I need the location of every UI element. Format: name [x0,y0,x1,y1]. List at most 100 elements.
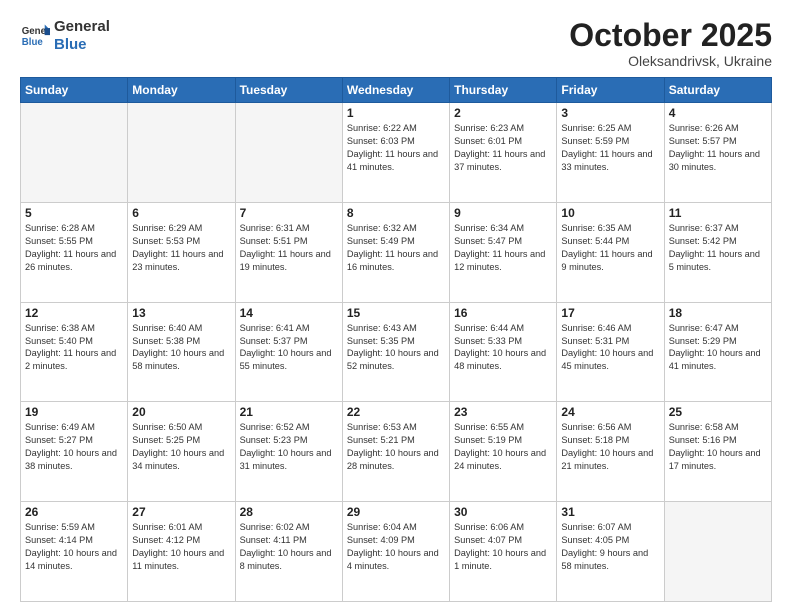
day-info: Sunrise: 6:52 AM Sunset: 5:23 PM Dayligh… [240,421,338,473]
calendar-cell: 6 Sunrise: 6:29 AM Sunset: 5:53 PM Daylig… [128,202,235,302]
day-info: Sunrise: 6:22 AM Sunset: 6:03 PM Dayligh… [347,122,445,174]
calendar-cell: 31Sunrise: 6:07 AM Sunset: 4:05 PM Dayli… [557,502,664,602]
col-header-friday: Friday [557,78,664,103]
day-info: Sunrise: 6:26 AM Sunset: 5:57 PM Dayligh… [669,122,767,174]
calendar-cell: 10 Sunrise: 6:35 AM Sunset: 5:44 PM Dayli… [557,202,664,302]
header: General Blue General Blue October 2025 O… [20,18,772,69]
col-header-thursday: Thursday [450,78,557,103]
day-number: 15 [347,306,445,320]
day-info: Sunrise: 6:29 AM Sunset: 5:53 PM Dayligh… [132,222,230,274]
day-number: 17 [561,306,659,320]
calendar-week-2: 12Sunrise: 6:38 AM Sunset: 5:40 PM Dayli… [21,302,772,402]
col-header-sunday: Sunday [21,78,128,103]
calendar-cell: 9Sunrise: 6:34 AM Sunset: 5:47 PM Daylig… [450,202,557,302]
day-number: 1 [347,106,445,120]
day-number: 5 [25,206,123,220]
day-number: 3 [561,106,659,120]
calendar-cell: 5Sunrise: 6:28 AM Sunset: 5:55 PM Daylig… [21,202,128,302]
day-number: 18 [669,306,767,320]
day-number: 10 [561,206,659,220]
day-info: Sunrise: 6:04 AM Sunset: 4:09 PM Dayligh… [347,521,445,573]
calendar-cell [235,103,342,203]
calendar-cell: 11Sunrise: 6:37 AM Sunset: 5:42 PM Dayli… [664,202,771,302]
calendar-cell: 26 Sunrise: 5:59 AM Sunset: 4:14 PM Dayli… [21,502,128,602]
day-number: 24 [561,405,659,419]
day-info: Sunrise: 5:59 AM Sunset: 4:14 PM Dayligh… [25,521,123,573]
day-number: 31 [561,505,659,519]
calendar-cell: 1 Sunrise: 6:22 AM Sunset: 6:03 PM Daylig… [342,103,449,203]
calendar-cell: 13 Sunrise: 6:40 AM Sunset: 5:38 PM Dayli… [128,302,235,402]
day-number: 16 [454,306,552,320]
day-number: 13 [132,306,230,320]
day-number: 14 [240,306,338,320]
day-info: Sunrise: 6:44 AM Sunset: 5:33 PM Dayligh… [454,322,552,374]
day-number: 21 [240,405,338,419]
day-info: Sunrise: 6:31 AM Sunset: 5:51 PM Dayligh… [240,222,338,274]
day-number: 19 [25,405,123,419]
day-number: 23 [454,405,552,419]
day-info: Sunrise: 6:46 AM Sunset: 5:31 PM Dayligh… [561,322,659,374]
calendar-cell: 17 Sunrise: 6:46 AM Sunset: 5:31 PM Dayli… [557,302,664,402]
day-info: Sunrise: 6:41 AM Sunset: 5:37 PM Dayligh… [240,322,338,374]
day-number: 8 [347,206,445,220]
svg-text:Blue: Blue [22,37,44,48]
logo-line2: Blue [54,36,87,53]
day-number: 25 [669,405,767,419]
calendar-cell [128,103,235,203]
calendar-cell: 8 Sunrise: 6:32 AM Sunset: 5:49 PM Daylig… [342,202,449,302]
calendar-cell: 7 Sunrise: 6:31 AM Sunset: 5:51 PM Daylig… [235,202,342,302]
day-number: 20 [132,405,230,419]
day-info: Sunrise: 6:06 AM Sunset: 4:07 PM Dayligh… [454,521,552,573]
day-number: 2 [454,106,552,120]
day-info: Sunrise: 6:25 AM Sunset: 5:59 PM Dayligh… [561,122,659,174]
day-number: 30 [454,505,552,519]
day-info: Sunrise: 6:37 AM Sunset: 5:42 PM Dayligh… [669,222,767,274]
day-info: Sunrise: 6:01 AM Sunset: 4:12 PM Dayligh… [132,521,230,573]
logo-line1: General [54,18,110,36]
day-info: Sunrise: 6:56 AM Sunset: 5:18 PM Dayligh… [561,421,659,473]
calendar-week-4: 26 Sunrise: 5:59 AM Sunset: 4:14 PM Dayli… [21,502,772,602]
day-number: 9 [454,206,552,220]
calendar-cell: 3 Sunrise: 6:25 AM Sunset: 5:59 PM Daylig… [557,103,664,203]
day-info: Sunrise: 6:40 AM Sunset: 5:38 PM Dayligh… [132,322,230,374]
calendar-cell: 19Sunrise: 6:49 AM Sunset: 5:27 PM Dayli… [21,402,128,502]
page: General Blue General Blue October 2025 O… [0,0,792,612]
calendar-header-row: SundayMondayTuesdayWednesdayThursdayFrid… [21,78,772,103]
day-info: Sunrise: 6:50 AM Sunset: 5:25 PM Dayligh… [132,421,230,473]
day-info: Sunrise: 6:32 AM Sunset: 5:49 PM Dayligh… [347,222,445,274]
calendar-cell: 4 Sunrise: 6:26 AM Sunset: 5:57 PM Daylig… [664,103,771,203]
day-number: 7 [240,206,338,220]
month-title: October 2025 [569,18,772,53]
day-number: 22 [347,405,445,419]
day-info: Sunrise: 6:35 AM Sunset: 5:44 PM Dayligh… [561,222,659,274]
day-number: 27 [132,505,230,519]
day-info: Sunrise: 6:53 AM Sunset: 5:21 PM Dayligh… [347,421,445,473]
calendar-cell: 23Sunrise: 6:55 AM Sunset: 5:19 PM Dayli… [450,402,557,502]
day-info: Sunrise: 6:47 AM Sunset: 5:29 PM Dayligh… [669,322,767,374]
logo-icon: General Blue [20,21,50,51]
col-header-monday: Monday [128,78,235,103]
day-number: 29 [347,505,445,519]
day-number: 6 [132,206,230,220]
calendar-cell: 16 Sunrise: 6:44 AM Sunset: 5:33 PM Dayli… [450,302,557,402]
calendar-cell: 24 Sunrise: 6:56 AM Sunset: 5:18 PM Dayli… [557,402,664,502]
calendar-table: SundayMondayTuesdayWednesdayThursdayFrid… [20,77,772,602]
calendar-cell: 20 Sunrise: 6:50 AM Sunset: 5:25 PM Dayli… [128,402,235,502]
day-number: 4 [669,106,767,120]
day-info: Sunrise: 6:02 AM Sunset: 4:11 PM Dayligh… [240,521,338,573]
title-block: October 2025 Oleksandrivsk, Ukraine [569,18,772,69]
calendar-cell [664,502,771,602]
calendar-cell: 15Sunrise: 6:43 AM Sunset: 5:35 PM Dayli… [342,302,449,402]
col-header-tuesday: Tuesday [235,78,342,103]
col-header-saturday: Saturday [664,78,771,103]
calendar-cell: 25 Sunrise: 6:58 AM Sunset: 5:16 PM Dayli… [664,402,771,502]
day-number: 26 [25,505,123,519]
logo: General Blue General Blue [20,18,110,54]
calendar-cell [21,103,128,203]
col-header-wednesday: Wednesday [342,78,449,103]
calendar-cell: 18 Sunrise: 6:47 AM Sunset: 5:29 PM Dayli… [664,302,771,402]
day-number: 28 [240,505,338,519]
calendar-cell: 28 Sunrise: 6:02 AM Sunset: 4:11 PM Dayli… [235,502,342,602]
day-info: Sunrise: 6:58 AM Sunset: 5:16 PM Dayligh… [669,421,767,473]
day-info: Sunrise: 6:38 AM Sunset: 5:40 PM Dayligh… [25,322,123,374]
